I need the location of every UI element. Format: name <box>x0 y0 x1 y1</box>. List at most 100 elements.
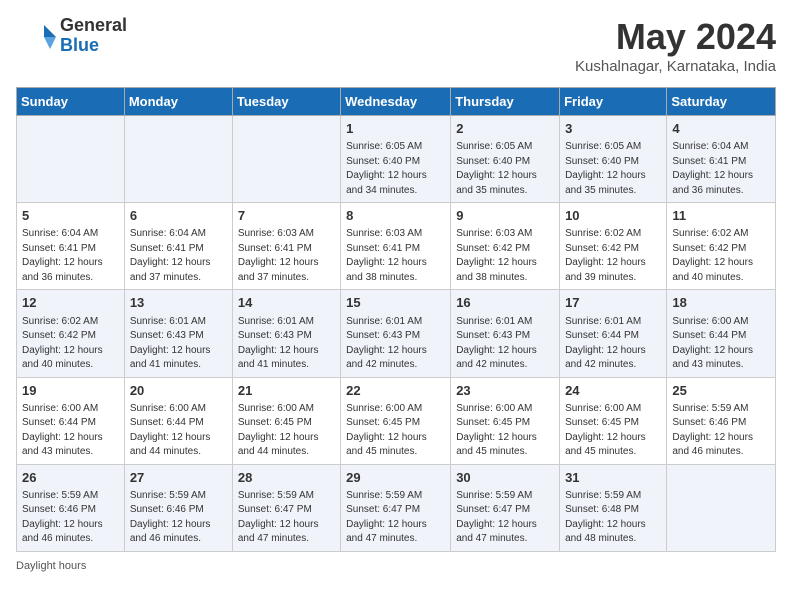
day-info: Sunrise: 5:59 AM Sunset: 6:47 PM Dayligh… <box>238 489 335 547</box>
calendar-week-4: 19 Sunrise: 6:00 AM Sunset: 6:44 PM Dayli… <box>17 377 776 464</box>
calendar-cell: 28 Sunrise: 5:59 AM Sunset: 6:47 PM Dayli… <box>232 464 340 551</box>
day-number: 18 <box>672 294 770 312</box>
day-info: Sunrise: 6:02 AM Sunset: 6:42 PM Dayligh… <box>565 227 661 285</box>
day-number: 26 <box>22 469 119 487</box>
day-number: 9 <box>456 207 554 225</box>
day-info: Sunrise: 5:59 AM Sunset: 6:46 PM Dayligh… <box>22 489 119 547</box>
calendar-cell: 23 Sunrise: 6:00 AM Sunset: 6:45 PM Dayli… <box>451 377 560 464</box>
day-info: Sunrise: 6:03 AM Sunset: 6:42 PM Dayligh… <box>456 227 554 285</box>
day-number: 14 <box>238 294 335 312</box>
day-number: 4 <box>672 120 770 138</box>
day-info: Sunrise: 6:05 AM Sunset: 6:40 PM Dayligh… <box>346 140 445 198</box>
day-number: 6 <box>130 207 227 225</box>
day-info: Sunrise: 6:03 AM Sunset: 6:41 PM Dayligh… <box>346 227 445 285</box>
calendar-header-row: SundayMondayTuesdayWednesdayThursdayFrid… <box>17 88 776 116</box>
day-info: Sunrise: 5:59 AM Sunset: 6:46 PM Dayligh… <box>130 489 227 547</box>
day-info: Sunrise: 6:01 AM Sunset: 6:43 PM Dayligh… <box>456 315 554 373</box>
day-info: Sunrise: 6:03 AM Sunset: 6:41 PM Dayligh… <box>238 227 335 285</box>
day-info: Sunrise: 6:00 AM Sunset: 6:45 PM Dayligh… <box>238 402 335 460</box>
day-number: 23 <box>456 382 554 400</box>
header-tuesday: Tuesday <box>232 88 340 116</box>
calendar-cell: 11Sunrise: 6:02 AM Sunset: 6:42 PM Dayli… <box>667 203 776 290</box>
calendar-week-3: 12 Sunrise: 6:02 AM Sunset: 6:42 PM Dayli… <box>17 290 776 377</box>
calendar-cell: 1 Sunrise: 6:05 AM Sunset: 6:40 PM Daylig… <box>341 116 451 203</box>
calendar-table: SundayMondayTuesdayWednesdayThursdayFrid… <box>16 87 776 552</box>
day-info: Sunrise: 6:04 AM Sunset: 6:41 PM Dayligh… <box>130 227 227 285</box>
day-info: Sunrise: 6:01 AM Sunset: 6:43 PM Dayligh… <box>130 315 227 373</box>
calendar-cell: 16 Sunrise: 6:01 AM Sunset: 6:43 PM Dayli… <box>451 290 560 377</box>
day-info: Sunrise: 6:01 AM Sunset: 6:44 PM Dayligh… <box>565 315 661 373</box>
day-info: Sunrise: 6:05 AM Sunset: 6:40 PM Dayligh… <box>456 140 554 198</box>
logo-icon <box>16 21 56 51</box>
day-number: 17 <box>565 294 661 312</box>
day-number: 15 <box>346 294 445 312</box>
calendar-cell: 15 Sunrise: 6:01 AM Sunset: 6:43 PM Dayli… <box>341 290 451 377</box>
day-info: Sunrise: 6:00 AM Sunset: 6:45 PM Dayligh… <box>565 402 661 460</box>
calendar-cell: 7 Sunrise: 6:03 AM Sunset: 6:41 PM Daylig… <box>232 203 340 290</box>
calendar-cell: 2 Sunrise: 6:05 AM Sunset: 6:40 PM Daylig… <box>451 116 560 203</box>
day-number: 20 <box>130 382 227 400</box>
day-info: Sunrise: 6:04 AM Sunset: 6:41 PM Dayligh… <box>672 140 770 198</box>
header-wednesday: Wednesday <box>341 88 451 116</box>
header-monday: Monday <box>124 88 232 116</box>
calendar-cell: 30Sunrise: 5:59 AM Sunset: 6:47 PM Dayli… <box>451 464 560 551</box>
day-number: 11 <box>672 207 770 225</box>
calendar-cell: 31 Sunrise: 5:59 AM Sunset: 6:48 PM Dayli… <box>560 464 667 551</box>
calendar-week-1: 1 Sunrise: 6:05 AM Sunset: 6:40 PM Daylig… <box>17 116 776 203</box>
day-number: 24 <box>565 382 661 400</box>
day-info: Sunrise: 6:00 AM Sunset: 6:45 PM Dayligh… <box>346 402 445 460</box>
day-info: Sunrise: 6:00 AM Sunset: 6:45 PM Dayligh… <box>456 402 554 460</box>
day-number: 16 <box>456 294 554 312</box>
calendar-cell: 20 Sunrise: 6:00 AM Sunset: 6:44 PM Dayli… <box>124 377 232 464</box>
calendar-cell: 26 Sunrise: 5:59 AM Sunset: 6:46 PM Dayli… <box>17 464 125 551</box>
day-info: Sunrise: 6:02 AM Sunset: 6:42 PM Dayligh… <box>22 315 119 373</box>
calendar-cell <box>667 464 776 551</box>
calendar-cell: 21 Sunrise: 6:00 AM Sunset: 6:45 PM Dayli… <box>232 377 340 464</box>
day-number: 19 <box>22 382 119 400</box>
day-number: 5 <box>22 207 119 225</box>
calendar-cell: 9 Sunrise: 6:03 AM Sunset: 6:42 PM Daylig… <box>451 203 560 290</box>
calendar-week-5: 26 Sunrise: 5:59 AM Sunset: 6:46 PM Dayli… <box>17 464 776 551</box>
day-number: 28 <box>238 469 335 487</box>
title-block: May 2024 Kushalnagar, Karnataka, India <box>575 16 776 75</box>
location-title: Kushalnagar, Karnataka, India <box>575 58 776 75</box>
day-number: 8 <box>346 207 445 225</box>
day-info: Sunrise: 6:05 AM Sunset: 6:40 PM Dayligh… <box>565 140 661 198</box>
day-info: Sunrise: 6:00 AM Sunset: 6:44 PM Dayligh… <box>130 402 227 460</box>
day-info: Sunrise: 5:59 AM Sunset: 6:48 PM Dayligh… <box>565 489 661 547</box>
calendar-week-2: 5 Sunrise: 6:04 AM Sunset: 6:41 PM Daylig… <box>17 203 776 290</box>
footer-note: Daylight hours <box>16 560 776 572</box>
day-info: Sunrise: 5:59 AM Sunset: 6:47 PM Dayligh… <box>346 489 445 547</box>
day-info: Sunrise: 5:59 AM Sunset: 6:46 PM Dayligh… <box>672 402 770 460</box>
page-header: General Blue May 2024 Kushalnagar, Karna… <box>16 16 776 75</box>
calendar-cell: 3Sunrise: 6:05 AM Sunset: 6:40 PM Daylig… <box>560 116 667 203</box>
calendar-cell: 18Sunrise: 6:00 AM Sunset: 6:44 PM Dayli… <box>667 290 776 377</box>
day-number: 1 <box>346 120 445 138</box>
calendar-cell: 27 Sunrise: 5:59 AM Sunset: 6:46 PM Dayli… <box>124 464 232 551</box>
day-number: 31 <box>565 469 661 487</box>
day-info: Sunrise: 6:01 AM Sunset: 6:43 PM Dayligh… <box>346 315 445 373</box>
day-number: 10 <box>565 207 661 225</box>
day-info: Sunrise: 5:59 AM Sunset: 6:47 PM Dayligh… <box>456 489 554 547</box>
calendar-cell: 6 Sunrise: 6:04 AM Sunset: 6:41 PM Daylig… <box>124 203 232 290</box>
day-number: 22 <box>346 382 445 400</box>
calendar-cell: 5 Sunrise: 6:04 AM Sunset: 6:41 PM Daylig… <box>17 203 125 290</box>
logo-blue: Blue <box>60 35 99 55</box>
calendar-cell: 22 Sunrise: 6:00 AM Sunset: 6:45 PM Dayli… <box>341 377 451 464</box>
calendar-cell <box>232 116 340 203</box>
day-number: 12 <box>22 294 119 312</box>
calendar-cell: 19Sunrise: 6:00 AM Sunset: 6:44 PM Dayli… <box>17 377 125 464</box>
calendar-cell: 13Sunrise: 6:01 AM Sunset: 6:43 PM Dayli… <box>124 290 232 377</box>
calendar-cell: 29Sunrise: 5:59 AM Sunset: 6:47 PM Dayli… <box>341 464 451 551</box>
day-number: 25 <box>672 382 770 400</box>
day-info: Sunrise: 6:04 AM Sunset: 6:41 PM Dayligh… <box>22 227 119 285</box>
logo-general: General <box>60 15 127 35</box>
day-number: 21 <box>238 382 335 400</box>
day-number: 7 <box>238 207 335 225</box>
day-number: 27 <box>130 469 227 487</box>
calendar-cell: 25 Sunrise: 5:59 AM Sunset: 6:46 PM Dayli… <box>667 377 776 464</box>
logo: General Blue <box>16 16 127 56</box>
calendar-cell: 17 Sunrise: 6:01 AM Sunset: 6:44 PM Dayli… <box>560 290 667 377</box>
calendar-cell: 10 Sunrise: 6:02 AM Sunset: 6:42 PM Dayli… <box>560 203 667 290</box>
day-number: 2 <box>456 120 554 138</box>
